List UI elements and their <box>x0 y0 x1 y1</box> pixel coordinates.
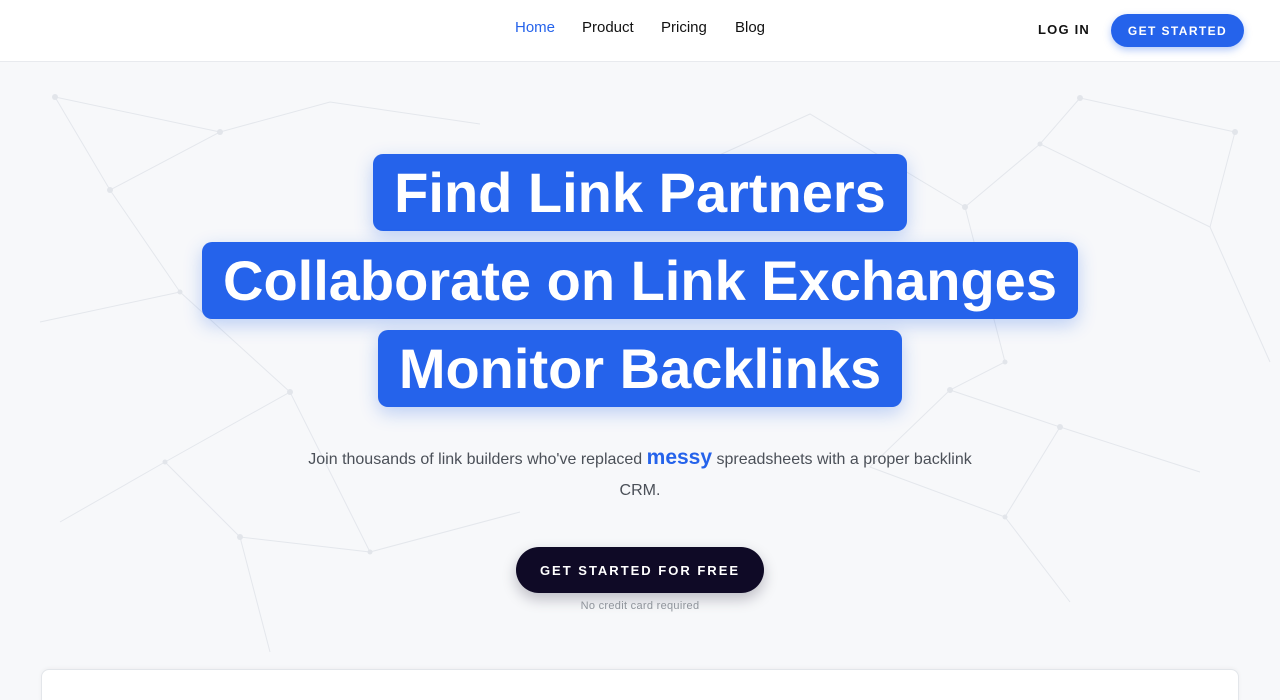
hero-section: Find Link Partners Collaborate on Link E… <box>0 62 1280 700</box>
site-header: Home Product Pricing Blog LOG IN GET STA… <box>0 0 1280 62</box>
nav-home[interactable]: Home <box>515 19 555 36</box>
headline-row: Collaborate on Link Exchanges <box>0 242 1280 319</box>
subtitle-emphasis: messy <box>646 446 713 469</box>
get-started-free-button[interactable]: GET STARTED FOR FREE <box>516 547 764 593</box>
product-preview-card <box>41 669 1239 700</box>
get-started-button[interactable]: GET STARTED <box>1111 14 1244 47</box>
nav-blog[interactable]: Blog <box>735 19 765 36</box>
headline-monitor-backlinks: Monitor Backlinks <box>377 330 903 407</box>
no-credit-card-note: No credit card required <box>580 600 700 612</box>
headline-row: Find Link Partners <box>0 154 1280 231</box>
headline-collaborate: Collaborate on Link Exchanges <box>202 242 1078 319</box>
headline-find-link-partners: Find Link Partners <box>373 154 907 231</box>
nav-product[interactable]: Product <box>582 19 634 36</box>
hero-subtitle: Join thousands of link builders who've r… <box>300 442 980 506</box>
login-link[interactable]: LOG IN <box>1038 22 1090 37</box>
headline-row: Monitor Backlinks <box>0 330 1280 407</box>
subtitle-text-before: Join thousands of link builders who've r… <box>308 451 647 468</box>
nav-pricing[interactable]: Pricing <box>661 19 707 36</box>
